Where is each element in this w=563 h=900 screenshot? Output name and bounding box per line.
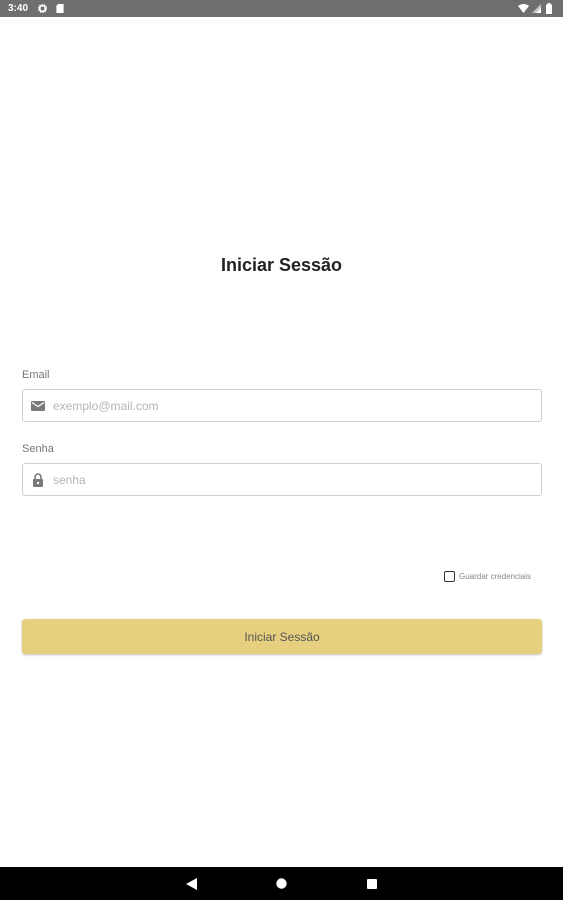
password-input[interactable] xyxy=(53,464,533,495)
password-field[interactable] xyxy=(22,463,542,496)
gear-icon xyxy=(38,4,47,13)
remember-checkbox-row[interactable]: Guardar credenciais xyxy=(444,570,531,583)
email-input[interactable] xyxy=(53,390,533,421)
status-bar: 3:40 xyxy=(0,0,563,17)
status-time: 3:40 xyxy=(8,3,29,14)
sd-card-icon xyxy=(56,4,64,13)
recents-icon[interactable] xyxy=(367,879,377,889)
battery-icon xyxy=(546,3,552,14)
email-field[interactable] xyxy=(22,389,542,422)
wifi-icon xyxy=(518,4,529,13)
navigation-bar xyxy=(0,867,563,900)
mail-icon xyxy=(31,401,45,411)
page-title: Iniciar Sessão xyxy=(220,255,343,275)
home-icon[interactable] xyxy=(276,878,287,889)
login-button[interactable]: Iniciar Sessão xyxy=(22,619,542,654)
password-label: Senha xyxy=(22,443,54,455)
email-label: Email xyxy=(22,369,50,381)
back-icon[interactable] xyxy=(186,878,197,890)
remember-label: Guardar credenciais xyxy=(459,572,532,581)
remember-checkbox[interactable] xyxy=(444,571,455,582)
lock-icon xyxy=(33,473,43,487)
signal-icon xyxy=(532,4,541,13)
